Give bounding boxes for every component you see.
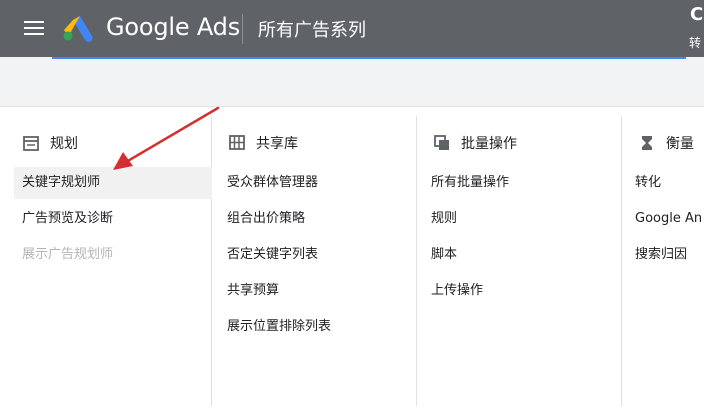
page-title: 所有广告系列 — [258, 20, 366, 41]
hamburger-menu-icon[interactable] — [24, 21, 44, 37]
column-header-bulk-actions: 批量操作 — [433, 133, 517, 153]
menu-item-negative-keywords[interactable]: 否定关键字列表 — [219, 239, 318, 271]
google-ads-logo-icon[interactable] — [62, 14, 94, 42]
menu-item-uploads[interactable]: 上传操作 — [423, 275, 483, 307]
column-header-planning: 规划 — [22, 133, 78, 153]
column-divider — [211, 116, 212, 406]
menu-item-ad-preview[interactable]: 广告预览及诊断 — [14, 203, 113, 235]
column-divider — [416, 116, 417, 406]
account-subtext: 转 — [689, 36, 702, 50]
sub-toolbar-strip — [0, 57, 704, 106]
strip-divider — [0, 106, 704, 107]
column-divider — [621, 116, 622, 406]
google-ads-tools-menu: Google Ads 所有广告系列 C 转 规划 关键字规划师 广告预览及诊断 … — [0, 0, 704, 413]
grid-library-icon — [229, 135, 245, 150]
column-header-shared-library: 共享库 — [228, 133, 298, 153]
menu-item-google-analytics[interactable]: Google An — [627, 203, 702, 235]
column-title: 共享库 — [256, 136, 298, 152]
account-initial[interactable]: C — [690, 4, 703, 25]
calendar-icon — [23, 136, 39, 151]
column-title: 衡量 — [666, 136, 694, 152]
column-header-measurement: 衡量 — [638, 133, 694, 153]
active-indicator-line — [52, 57, 686, 59]
menu-item-portfolio-bid[interactable]: 组合出价策略 — [219, 203, 305, 235]
column-title: 批量操作 — [461, 136, 517, 152]
menu-item-keyword-planner[interactable]: 关键字规划师 — [14, 167, 212, 199]
menu-item-audience-manager[interactable]: 受众群体管理器 — [219, 167, 318, 199]
top-app-bar: Google Ads 所有广告系列 C 转 — [0, 0, 704, 57]
brand-name: Google Ads — [106, 13, 240, 41]
menu-item-search-attribution[interactable]: 搜索归因 — [627, 239, 687, 271]
menu-item-scripts[interactable]: 脚本 — [423, 239, 457, 271]
menu-item-shared-budget[interactable]: 共享预算 — [219, 275, 279, 307]
hourglass-icon — [642, 136, 652, 150]
copy-stack-icon — [434, 135, 449, 150]
column-title: 规划 — [50, 136, 78, 152]
menu-item-placement-exclusion[interactable]: 展示位置排除列表 — [219, 311, 331, 343]
menu-item-conversions[interactable]: 转化 — [627, 167, 661, 199]
menu-item-display-planner: 展示广告规划师 — [22, 247, 114, 262]
header-divider — [242, 14, 243, 44]
menu-item-rules[interactable]: 规则 — [423, 203, 457, 235]
menu-item-all-bulk-actions[interactable]: 所有批量操作 — [423, 167, 509, 199]
